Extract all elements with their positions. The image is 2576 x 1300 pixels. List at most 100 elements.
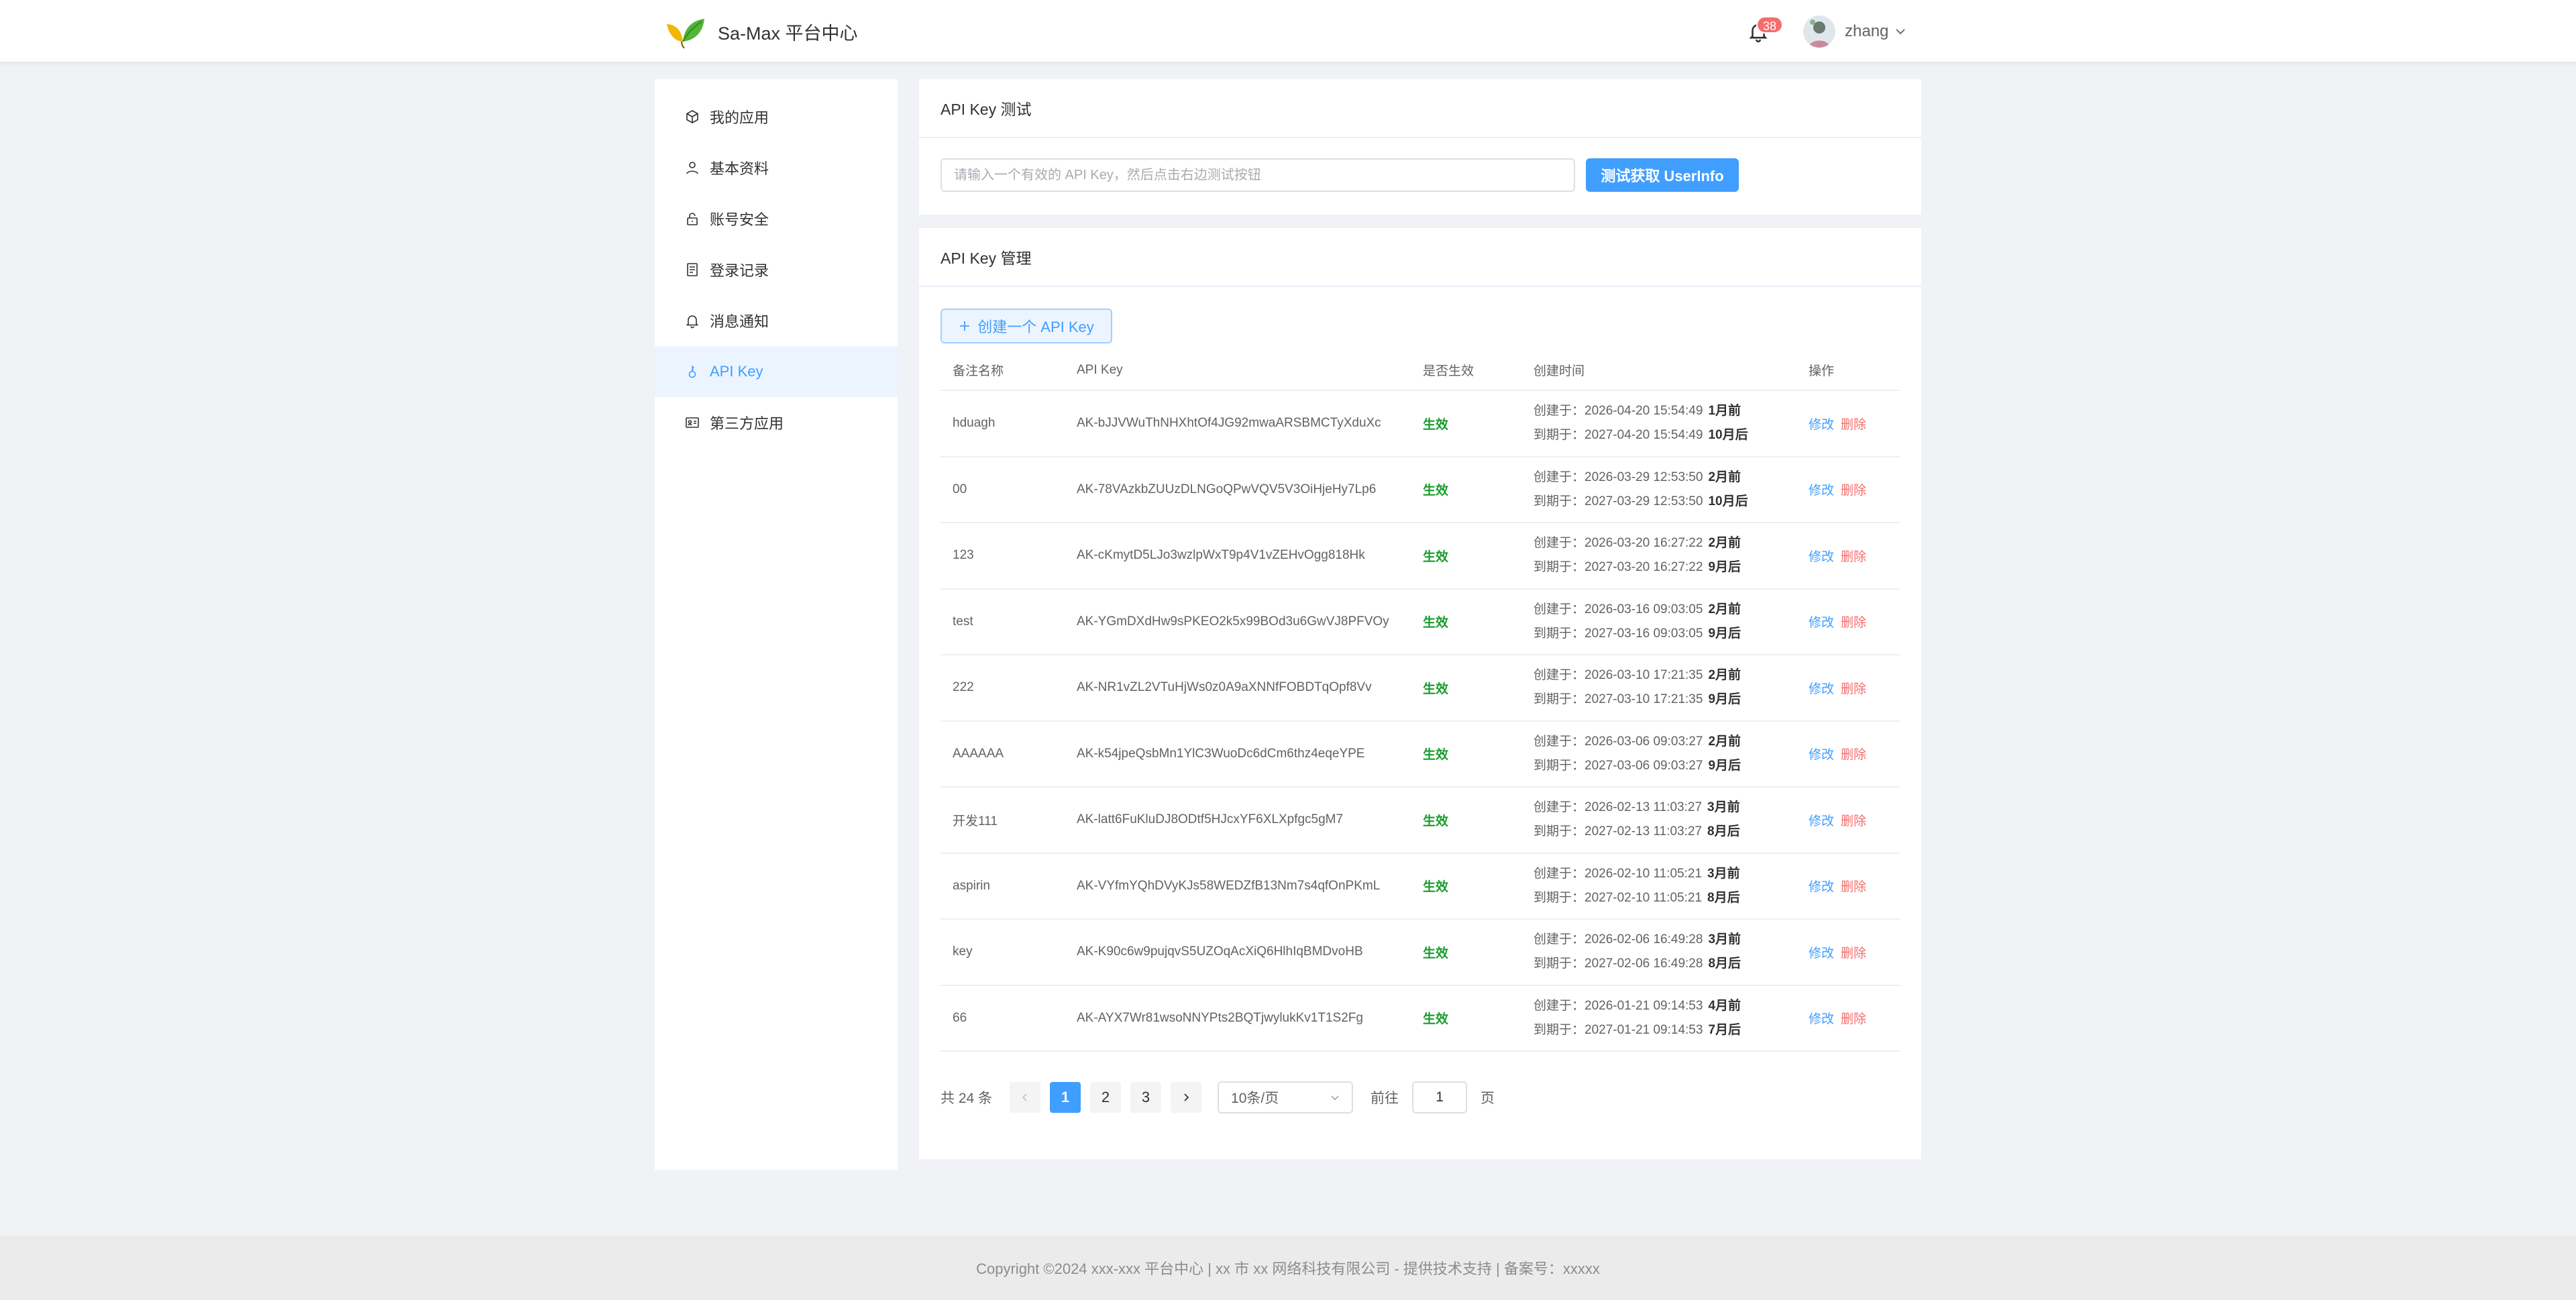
- created-line: 创建于：2026-02-13 11:03:27 3月前: [1534, 800, 1740, 815]
- cell-name: 开发111: [941, 787, 1065, 854]
- delete-link[interactable]: 删除: [1841, 616, 1866, 630]
- table-row: 00 AK-78VAzkbZUUzDLNGoQPwVQV5V3OiHjeHy7Lp…: [941, 456, 1900, 523]
- cell-name: 66: [941, 985, 1065, 1052]
- edit-link[interactable]: 修改: [1809, 484, 1834, 498]
- next-page-button[interactable]: [1171, 1082, 1202, 1113]
- brand[interactable]: Sa-Max 平台中心: [664, 15, 858, 48]
- expire-line: 到期于：2027-02-06 16:49:28 8月后: [1534, 957, 1741, 971]
- cell-name: AAAAAA: [941, 720, 1065, 788]
- create-api-key-button[interactable]: 创建一个 API Key: [941, 309, 1112, 343]
- user-menu[interactable]: zhang: [1803, 15, 1907, 48]
- cell-name: 222: [941, 655, 1065, 722]
- cell-status: 生效: [1411, 655, 1521, 722]
- edit-link[interactable]: 修改: [1809, 1012, 1834, 1026]
- cell-status: 生效: [1411, 456, 1521, 523]
- created-line: 创建于：2026-03-06 09:03:27 2月前: [1534, 734, 1741, 749]
- top-header: Sa-Max 平台中心 38 zhang: [0, 0, 2576, 63]
- api-key-test-card: API Key 测试 测试获取 UserInfo: [919, 79, 1921, 215]
- expire-relative: 9月后: [1708, 758, 1741, 773]
- created-relative: 3月前: [1708, 932, 1741, 947]
- edit-link[interactable]: 修改: [1809, 880, 1834, 894]
- delete-link[interactable]: 删除: [1841, 550, 1866, 564]
- created-relative: 3月前: [1707, 866, 1740, 881]
- created-relative: 2月前: [1708, 470, 1741, 484]
- cell-status: 生效: [1411, 720, 1521, 788]
- sidebar-item-third-party-apps[interactable]: 第三方应用: [655, 397, 898, 448]
- sidebar-item-notifications[interactable]: 消息通知: [655, 295, 898, 346]
- sidebar-item-login-records[interactable]: 登录记录: [655, 244, 898, 295]
- delete-link[interactable]: 删除: [1841, 880, 1866, 894]
- cell-time: 创建于：2026-03-20 16:27:22 2月前 到期于：2027-03-20…: [1521, 523, 1796, 590]
- created-time: 2026-02-13 11:03:27: [1585, 800, 1703, 815]
- expire-relative: 8月后: [1708, 957, 1741, 971]
- page-size-select[interactable]: 10条/页: [1218, 1081, 1354, 1114]
- cell-actions: 修改 删除: [1796, 523, 1900, 590]
- sidebar-item-label: 登录记录: [710, 262, 769, 279]
- bell-icon: [686, 315, 699, 329]
- cell-api-key: AK-78VAzkbZUUzDLNGoQPwVQV5V3OiHjeHy7Lp6: [1065, 456, 1411, 523]
- footer: Copyright ©2024 xxx-xxx 平台中心 | xx 市 xx 网…: [0, 1236, 2576, 1300]
- notification-badge: 38: [1756, 16, 1784, 34]
- sidebar-item-my-apps[interactable]: 我的应用: [655, 91, 898, 142]
- cell-actions: 修改 删除: [1796, 853, 1900, 920]
- sidebar-item-label: 消息通知: [710, 313, 769, 330]
- leaf-logo-icon: [667, 19, 704, 48]
- created-relative: 2月前: [1708, 668, 1741, 683]
- delete-link[interactable]: 删除: [1841, 484, 1866, 498]
- card-title: API Key 测试: [919, 79, 1921, 138]
- created-time: 2026-03-29 12:53:50: [1585, 470, 1703, 484]
- sidebar-item-api-key[interactable]: API Key: [655, 346, 898, 397]
- prev-page-button[interactable]: [1010, 1082, 1041, 1113]
- cell-actions: 修改 删除: [1796, 588, 1900, 655]
- delete-link[interactable]: 删除: [1841, 814, 1866, 828]
- delete-link[interactable]: 删除: [1841, 682, 1866, 696]
- page-2-button[interactable]: 2: [1090, 1082, 1122, 1113]
- page-1-button[interactable]: 1: [1050, 1082, 1081, 1113]
- card-title: API Key 管理: [919, 228, 1921, 287]
- expire-line: 到期于：2027-03-20 16:27:22 9月后: [1534, 560, 1741, 575]
- cell-actions: 修改 删除: [1796, 456, 1900, 523]
- delete-link[interactable]: 删除: [1841, 418, 1866, 432]
- created-time: 2026-01-21 09:14:53: [1585, 998, 1703, 1013]
- page-3-button[interactable]: 3: [1130, 1082, 1162, 1113]
- cell-api-key: AK-latt6FuKluDJ8ODtf5HJcxYF6XLXpfgc5gM7: [1065, 787, 1411, 854]
- edit-link[interactable]: 修改: [1809, 814, 1834, 828]
- created-time: 2026-03-06 09:03:27: [1585, 734, 1703, 749]
- delete-link[interactable]: 删除: [1841, 748, 1866, 762]
- delete-link[interactable]: 删除: [1841, 946, 1866, 961]
- footer-copyright: Copyright ©2024 xxx-xxx 平台中心 | xx 市 xx 网…: [976, 1260, 1600, 1277]
- pagination: 共 24 条 1 2 3 10条/页 前往 页: [941, 1081, 1900, 1114]
- edit-link[interactable]: 修改: [1809, 682, 1834, 696]
- card-icon: [686, 417, 699, 428]
- edit-link[interactable]: 修改: [1809, 550, 1834, 564]
- created-time: 2026-03-20 16:27:22: [1585, 536, 1703, 551]
- cell-time: 创建于：2026-02-10 11:05:21 3月前 到期于：2027-02-10…: [1521, 853, 1796, 920]
- sidebar-item-profile[interactable]: 基本资料: [655, 142, 898, 193]
- edit-link[interactable]: 修改: [1809, 616, 1834, 630]
- expire-time: 2027-03-29 12:53:50: [1585, 494, 1703, 508]
- delete-link[interactable]: 删除: [1841, 1012, 1866, 1026]
- cell-status: 生效: [1411, 390, 1521, 457]
- sidebar-item-label: API Key: [710, 363, 763, 380]
- edit-link[interactable]: 修改: [1809, 946, 1834, 961]
- sidebar-item-label: 账号安全: [710, 211, 769, 228]
- expire-relative: 9月后: [1708, 626, 1741, 641]
- edit-link[interactable]: 修改: [1809, 418, 1834, 432]
- cell-api-key: AK-bJJVWuThNHXhtOf4JG92mwaARSBMCTyXduXc: [1065, 390, 1411, 457]
- sidebar-item-security[interactable]: 账号安全: [655, 193, 898, 244]
- key-icon: [688, 366, 696, 378]
- expire-time: 2027-02-13 11:03:27: [1585, 824, 1703, 839]
- cell-actions: 修改 删除: [1796, 390, 1900, 457]
- api-key-test-input[interactable]: [941, 158, 1575, 192]
- create-api-key-label: 创建一个 API Key: [977, 319, 1094, 335]
- pagination-total: 共 24 条: [941, 1091, 993, 1106]
- chevron-down-icon: [1331, 1095, 1339, 1101]
- goto-page-input[interactable]: [1412, 1081, 1468, 1114]
- expire-relative: 9月后: [1708, 692, 1741, 707]
- cell-actions: 修改 删除: [1796, 787, 1900, 854]
- expire-time: 2027-01-21 09:14:53: [1585, 1022, 1703, 1037]
- test-get-userinfo-button[interactable]: 测试获取 UserInfo: [1586, 158, 1739, 192]
- edit-link[interactable]: 修改: [1809, 748, 1834, 762]
- notification-bell[interactable]: 38: [1747, 16, 1784, 47]
- expire-time: 2027-03-10 17:21:35: [1585, 692, 1703, 707]
